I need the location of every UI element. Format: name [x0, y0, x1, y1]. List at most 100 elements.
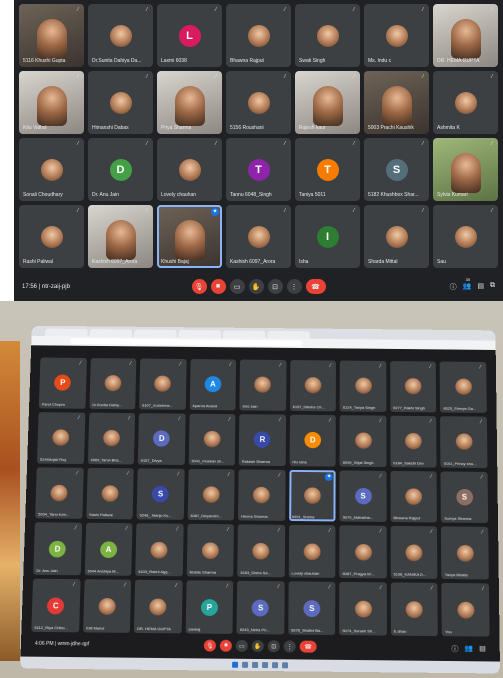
participant-tile[interactable]: ⁄ Dr.Sunita Dahiya Da...	[88, 4, 153, 67]
participant-tile[interactable]: ⁄ Lovely chauhan	[288, 525, 336, 579]
participant-tile[interactable]: R ⁄ Rakesh Sharma	[238, 413, 286, 466]
participant-tile[interactable]: ⁄ 6069_Tanvi Bha...	[87, 412, 136, 465]
participant-tile[interactable]: ⁄ Dr.Sunita Dahiy...	[88, 358, 137, 410]
participant-tile[interactable]: ⁄ You	[441, 583, 490, 637]
participant-tile[interactable]: ⁄ Kriti Manvi	[82, 579, 132, 633]
more-options-icon[interactable]: ⋮	[283, 640, 296, 653]
hangup-button[interactable]: ☎	[305, 279, 326, 294]
participant-tile[interactable]: ✦ 5091_Sneha	[288, 469, 336, 522]
participant-tile[interactable]: ⁄ Rashi Paliwal	[19, 205, 84, 268]
participant-tile[interactable]: ⁄ E.dhan	[390, 582, 439, 637]
participant-tile[interactable]: ⁄ Kashish 6097_Arora	[226, 205, 291, 268]
participant-tile[interactable]: ⁄ Kashish 6097_Arora	[88, 205, 153, 268]
participant-tile[interactable]: S ⁄ Sumya Sharma	[440, 471, 489, 524]
participant-tile[interactable]: ⁄ Heena Sharma	[238, 469, 286, 522]
participant-tile[interactable]: ⁄ 6087_Divyanshi...	[187, 468, 235, 521]
participant-tile[interactable]: I ⁄ Isha	[295, 205, 360, 268]
participant-tile[interactable]: ⁄ Sharda Mittal	[364, 205, 429, 268]
participant-tile[interactable]: ⁄ Ms. Indu c	[364, 4, 429, 67]
participant-tile[interactable]: ⁄ Lovely chauhan	[157, 138, 222, 201]
participant-tile[interactable]: ⁄ Bhawna Rajput	[390, 470, 438, 523]
participant-tile[interactable]: ⁄ Kitu Vathsl	[19, 71, 84, 134]
participant-tile[interactable]: T ⁄ Taniya 5011	[295, 138, 360, 201]
participant-tile[interactable]: ⁄ 6124_Tanya Singh	[340, 360, 387, 412]
participant-tile[interactable]: ⁄ Rashi Paliwal	[85, 467, 134, 520]
participant-tile[interactable]: P ⁄ Parul Chopra	[38, 357, 87, 409]
participant-tile[interactable]: ⁄ DR. HEMA GUPTA	[133, 579, 183, 634]
participant-tile[interactable]: S ⁄ 5070_Mahakha...	[339, 470, 387, 523]
participant-tile[interactable]: ⁄ Himanshi Dabas	[88, 71, 153, 134]
url-field[interactable]	[69, 338, 303, 347]
participant-tile[interactable]: ⁄ Ashmita K	[433, 71, 498, 134]
participant-tile[interactable]: ⁄ DR. HEMA GUPTA	[433, 4, 498, 67]
more-options-icon[interactable]: ⋮	[286, 279, 302, 294]
participant-tile[interactable]: ✦ Khushi Bajaj	[157, 205, 222, 268]
participant-tile[interactable]: A ⁄ 6044 Anshiya M...	[84, 523, 133, 576]
participant-tile[interactable]: ⁄ 5003 Prachi Kaushik	[364, 71, 429, 134]
participant-tile[interactable]: ⁄ Swati Singh	[295, 4, 360, 67]
captions-icon[interactable]: ▭	[229, 279, 245, 294]
mic-off-icon[interactable]: 🎙	[191, 279, 207, 294]
participant-tile[interactable]: ⁄ Sylvia Kumari	[433, 138, 498, 201]
present-icon[interactable]: ⊡	[267, 279, 283, 294]
participant-tile[interactable]: ⁄ 5041_muskan sh...	[188, 413, 236, 466]
participant-tile[interactable]: S ⁄ 5076_Shalini Ba...	[288, 581, 336, 635]
participant-tile[interactable]: ⁄ 6107_Kurishma...	[139, 358, 187, 410]
participant-tile[interactable]: ⁄ 5156 Roushani	[226, 71, 291, 134]
participant-tile[interactable]: ⁄ 6103_Rakhi Agg...	[135, 523, 184, 577]
participant-tile[interactable]: ⁄ 5277_Rakhi Singh	[390, 361, 437, 413]
participant-tile[interactable]: S ⁄ 5243_Neha Pri...	[236, 580, 285, 635]
participant-tile[interactable]: ⁄ 5244Anjali Roy	[36, 411, 85, 464]
participant-tile[interactable]: ⁄ Mobile Sharma	[186, 524, 235, 578]
participant-tile[interactable]: D ⁄ Dr. Anu Jain	[88, 138, 153, 201]
raise-hand-icon[interactable]: ✋	[248, 279, 264, 294]
participant-tile[interactable]: L ⁄ Laxmi 6038	[157, 4, 222, 67]
participant-tile[interactable]: ⁄ Priya Sharma	[157, 71, 222, 134]
participant-tile[interactable]: D ⁄ 6157_Divya	[137, 412, 186, 465]
chat-icon[interactable]: ▤	[479, 644, 486, 654]
participant-tile[interactable]: S ⁄ 5182 Khushbox Shar...	[364, 138, 429, 201]
activities-icon[interactable]: ⧉	[490, 282, 495, 292]
taskbar-app-icon[interactable]	[272, 662, 279, 669]
people-icon[interactable]: 👥	[464, 644, 473, 654]
taskbar-app-icon[interactable]	[262, 662, 269, 669]
present-icon[interactable]: ⊡	[267, 640, 280, 653]
participant-tile[interactable]: ⁄ 6157_Diksha Ch...	[289, 360, 337, 412]
participant-tile[interactable]: ⁄ Rajesh kaur	[295, 71, 360, 134]
participant-tile[interactable]: ⁄ 6184_Sakshi Dev	[390, 415, 437, 468]
mic-off-icon[interactable]: 🎙	[203, 639, 216, 652]
participant-tile[interactable]: ⁄ 5183_Disha Sa...	[237, 524, 285, 578]
participant-tile[interactable]: ⁄ Tanya Bhatia	[441, 526, 489, 580]
participant-tile[interactable]: ⁄ 5196_KANIKA D...	[390, 526, 438, 580]
participant-tile[interactable]: ⁄ 6087_Pragya kh...	[339, 525, 387, 579]
camera-off-icon[interactable]: ■	[219, 639, 232, 652]
participant-tile[interactable]: ⁄ Bhawna Rajput	[226, 4, 291, 67]
participant-tile[interactable]: ⁄ 5034_Tanu kum...	[35, 466, 84, 520]
participant-tile[interactable]: ⁄ 6099_Srijal Singh	[339, 415, 387, 467]
people-icon[interactable]: 👥 35	[463, 277, 472, 292]
participant-tile[interactable]: C ⁄ 5112_Riya Chibu...	[31, 578, 81, 633]
raise-hand-icon[interactable]: ✋	[251, 640, 264, 653]
participant-tile[interactable]: ⁄ Kirti Jain	[239, 359, 287, 411]
info-icon[interactable]: ⓘ	[451, 644, 458, 654]
info-icon[interactable]: ⓘ	[450, 282, 457, 292]
participant-tile[interactable]: D ⁄ Dr. Anu Jain	[33, 522, 82, 576]
participant-tile[interactable]: ⁄ 5074_Sonam Sh...	[339, 582, 387, 636]
taskbar-app-icon[interactable]	[282, 662, 289, 669]
windows-start-icon[interactable]	[232, 661, 239, 668]
participant-tile[interactable]: D ⁄ ritu rana	[289, 414, 337, 467]
participant-tile[interactable]: A ⁄ Aparna Anand	[189, 359, 237, 411]
participant-tile[interactable]: ⁄ 5116 Khushi Gupta	[19, 4, 84, 67]
camera-off-icon[interactable]: ■	[210, 279, 226, 294]
taskbar-app-icon[interactable]	[242, 661, 249, 668]
taskbar-app-icon[interactable]	[252, 661, 259, 668]
captions-icon[interactable]: ▭	[235, 639, 248, 652]
participant-tile[interactable]: ⁄ Sau	[433, 205, 498, 268]
participant-tile[interactable]: ⁄ 6025_Shreya Ga...	[440, 361, 487, 413]
hangup-button[interactable]: ☎	[299, 640, 317, 653]
participant-tile[interactable]: S ⁄ 5248_ Manju Ku...	[136, 467, 185, 521]
participant-tile[interactable]: ⁄ Sonali Choudhary	[19, 138, 84, 201]
participant-tile[interactable]: P ⁄ pankaj	[185, 580, 234, 634]
participant-tile[interactable]: T ⁄ Tannu 6048_Singh	[226, 138, 291, 201]
participant-tile[interactable]: ⁄ 5161_Princy sha...	[440, 416, 488, 468]
